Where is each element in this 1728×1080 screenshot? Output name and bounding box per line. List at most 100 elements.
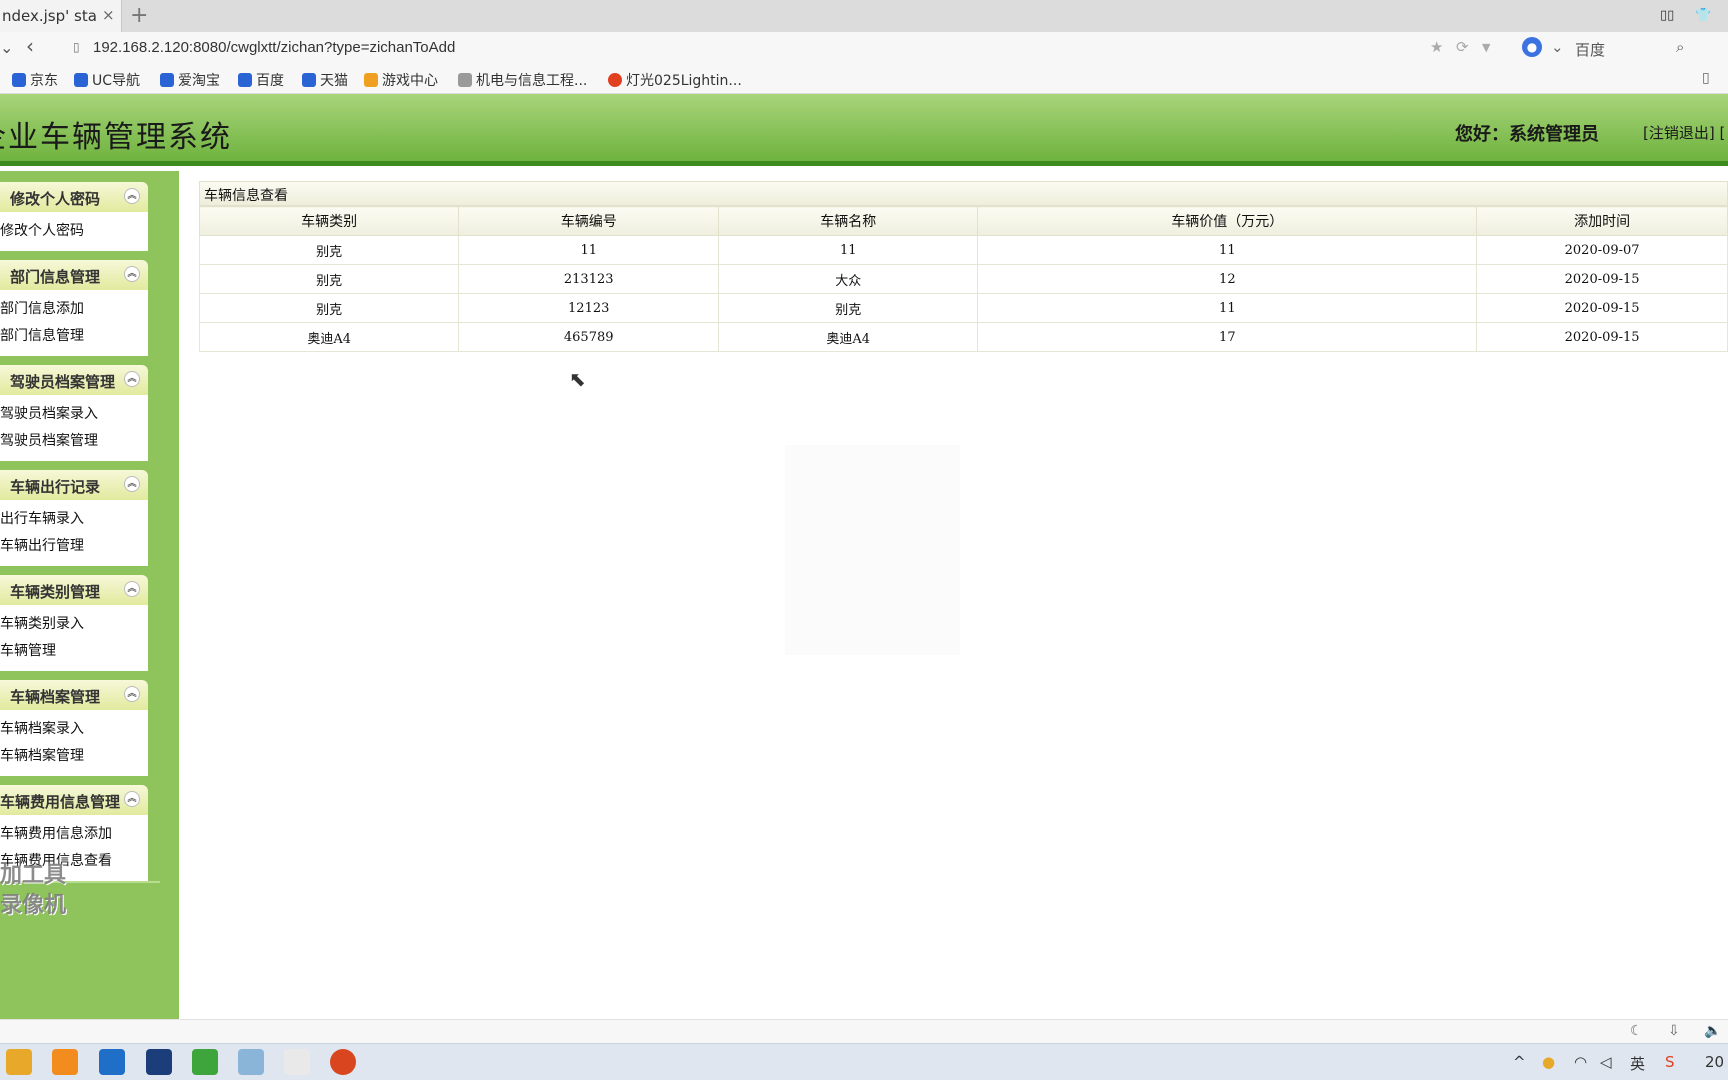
- volume-icon[interactable]: 🔈: [1704, 1023, 1721, 1039]
- menu-group-password: 修改个人密码 ︽ 修改个人密码: [0, 182, 148, 251]
- clock[interactable]: 20: [1705, 1053, 1724, 1071]
- menu-item-department-add[interactable]: 部门信息添加: [0, 298, 148, 325]
- collapse-icon[interactable]: ︽: [124, 266, 140, 282]
- search-input[interactable]: 百度: [1575, 39, 1605, 60]
- menu-item-archive-add[interactable]: 车辆档案录入: [0, 718, 148, 745]
- column-header: 车辆价值（万元）: [977, 206, 1478, 236]
- app-icon[interactable]: [284, 1049, 310, 1075]
- close-tab-icon[interactable]: ×: [102, 6, 115, 24]
- wifi-icon[interactable]: ◠: [1574, 1053, 1587, 1071]
- night-mode-icon[interactable]: ☾: [1630, 1023, 1643, 1039]
- menu-group-header[interactable]: 车辆费用信息管理 ︽: [0, 785, 148, 815]
- bookmark-icon: [160, 73, 174, 87]
- tray-expand-icon[interactable]: ^: [1513, 1053, 1526, 1071]
- menu-item-trip-add[interactable]: 出行车辆录入: [0, 508, 148, 535]
- menu-group-header[interactable]: 车辆类别管理 ︽: [0, 575, 148, 605]
- window-skin-icon[interactable]: 👕: [1695, 8, 1711, 23]
- app-icon[interactable]: [146, 1049, 172, 1075]
- mobile-icon[interactable]: ▯: [1702, 70, 1710, 86]
- menu-item-change-password[interactable]: 修改个人密码: [0, 220, 148, 247]
- table-row: 别克 12123 别克 11 2020-09-15: [198, 293, 1728, 323]
- url-field[interactable]: 192.168.2.120:8080/cwglxtt/zichan?type=z…: [93, 39, 455, 56]
- back-arrow-icon[interactable]: ‹: [26, 34, 34, 58]
- collapse-icon[interactable]: ︽: [124, 476, 140, 492]
- table-cell: 17: [977, 322, 1478, 352]
- dropdown-arrow-icon[interactable]: ⌄: [0, 38, 13, 57]
- table-cell: 11: [977, 293, 1478, 323]
- volume-icon[interactable]: ◁: [1600, 1053, 1612, 1071]
- uc-browser-icon[interactable]: [52, 1049, 78, 1075]
- bookmark-icon: [12, 73, 26, 87]
- menu-item-driver-manage[interactable]: 驾驶员档案管理: [0, 430, 148, 457]
- menu-group-header[interactable]: 车辆档案管理 ︽: [0, 680, 148, 710]
- menu-item-vehicle-manage[interactable]: 车辆管理: [0, 640, 148, 667]
- menu-group-header[interactable]: 修改个人密码 ︽: [0, 182, 148, 212]
- sogou-icon[interactable]: S: [1665, 1053, 1675, 1071]
- bookmark-lighting[interactable]: 灯光025Lightin...: [608, 70, 742, 90]
- recorder-app-icon[interactable]: [330, 1049, 356, 1075]
- column-header: 车辆名称: [718, 206, 979, 236]
- table-cell: 2020-09-15: [1476, 322, 1728, 352]
- table-cell: 12: [977, 264, 1478, 294]
- bookmark-baidu[interactable]: 百度: [238, 70, 284, 90]
- collapse-icon[interactable]: ︽: [124, 371, 140, 387]
- table-cell: 别克: [718, 293, 979, 323]
- baidu-search-engine-icon[interactable]: ●: [1522, 37, 1542, 57]
- menu-item-driver-add[interactable]: 驾驶员档案录入: [0, 403, 148, 430]
- chevron-down-icon[interactable]: ⌄: [1551, 38, 1564, 56]
- table-row: 别克 11 11 11 2020-09-07: [198, 235, 1728, 265]
- collapse-icon[interactable]: ︽: [124, 581, 140, 597]
- bookmark-games[interactable]: 游戏中心: [364, 70, 438, 90]
- menu-item-category-add[interactable]: 车辆类别录入: [0, 613, 148, 640]
- bookmark-uc[interactable]: UC导航: [74, 70, 140, 90]
- table-cell: 11: [977, 235, 1478, 265]
- search-icon[interactable]: ⌕: [1676, 38, 1684, 56]
- app-icon[interactable]: [238, 1049, 264, 1075]
- bookmark-tmall[interactable]: 天猫: [302, 70, 348, 90]
- table-header-row: 车辆类别 车辆编号 车辆名称 车辆价值（万元） 添加时间: [198, 206, 1728, 236]
- bookmark-jidian[interactable]: 机电与信息工程...: [458, 70, 587, 90]
- new-tab-button[interactable]: +: [130, 3, 148, 28]
- table-cell: 2020-09-15: [1476, 264, 1728, 294]
- menu-group-header[interactable]: 驾驶员档案管理 ︽: [0, 365, 148, 395]
- menu-item-trip-manage[interactable]: 车辆出行管理: [0, 535, 148, 562]
- menu-item-department-manage[interactable]: 部门信息管理: [0, 325, 148, 352]
- window-restore-icon[interactable]: ▯▯: [1660, 8, 1674, 23]
- app-icon[interactable]: [192, 1049, 218, 1075]
- bookmark-aitaobao[interactable]: 爱淘宝: [160, 70, 220, 90]
- recorder-watermark: 加工具 录像机: [0, 863, 67, 918]
- download-icon[interactable]: ⇩: [1668, 1023, 1680, 1039]
- main-content: 车辆信息查看 车辆类别 车辆编号 车辆名称 车辆价值（万元） 添加时间 别克 1…: [179, 171, 1728, 1019]
- app-header: 企业车辆管理系统 您好：系统管理员 [注销退出] [: [0, 94, 1728, 166]
- bookmark-icon: [238, 73, 252, 87]
- menu-group-department: 部门信息管理 ︽ 部门信息添加 部门信息管理: [0, 260, 148, 356]
- tray-app-icon[interactable]: ●: [1542, 1053, 1555, 1071]
- file-explorer-icon[interactable]: [6, 1049, 32, 1075]
- table-cell: 11: [718, 235, 979, 265]
- mouse-cursor-icon: ⬉: [569, 367, 586, 391]
- dropdown-arrow-icon[interactable]: ▼: [1482, 41, 1490, 54]
- menu-group-header[interactable]: 部门信息管理 ︽: [0, 260, 148, 290]
- bookmark-jd[interactable]: 京东: [12, 70, 58, 90]
- folder-icon: [458, 73, 472, 87]
- teamviewer-icon[interactable]: [99, 1049, 125, 1075]
- browser-tab[interactable]: ndex.jsp' sta ×: [0, 0, 122, 32]
- sidebar: 修改个人密码 ︽ 修改个人密码 部门信息管理 ︽ 部门信息添加 部门信息管理 驾驶员…: [0, 171, 179, 1019]
- menu-item-archive-manage[interactable]: 车辆档案管理: [0, 745, 148, 772]
- menu-item-expense-add[interactable]: 车辆费用信息添加: [0, 823, 148, 850]
- bookmark-icon: [608, 73, 622, 87]
- vehicle-table: 车辆类别 车辆编号 车辆名称 车辆价值（万元） 添加时间 别克 11 11 11…: [198, 206, 1728, 352]
- menu-group-header[interactable]: 车辆出行记录 ︽: [0, 470, 148, 500]
- tab-title: ndex.jsp' sta: [2, 7, 97, 25]
- address-bar: ⌄ ‹ ▯ 192.168.2.120:8080/cwglxtt/zichan?…: [0, 32, 1728, 64]
- bookmark-icon: [74, 73, 88, 87]
- refresh-icon[interactable]: ⟳: [1456, 38, 1469, 56]
- collapse-icon[interactable]: ︽: [124, 791, 140, 807]
- ime-indicator[interactable]: 英: [1630, 1053, 1645, 1074]
- star-bookmark-icon[interactable]: ★: [1430, 38, 1443, 56]
- logout-link[interactable]: [注销退出] [: [1643, 122, 1725, 143]
- table-cell: 奥迪A4: [198, 322, 460, 352]
- collapse-icon[interactable]: ︽: [124, 686, 140, 702]
- collapse-icon[interactable]: ︽: [124, 188, 140, 204]
- column-header: 车辆编号: [458, 206, 720, 236]
